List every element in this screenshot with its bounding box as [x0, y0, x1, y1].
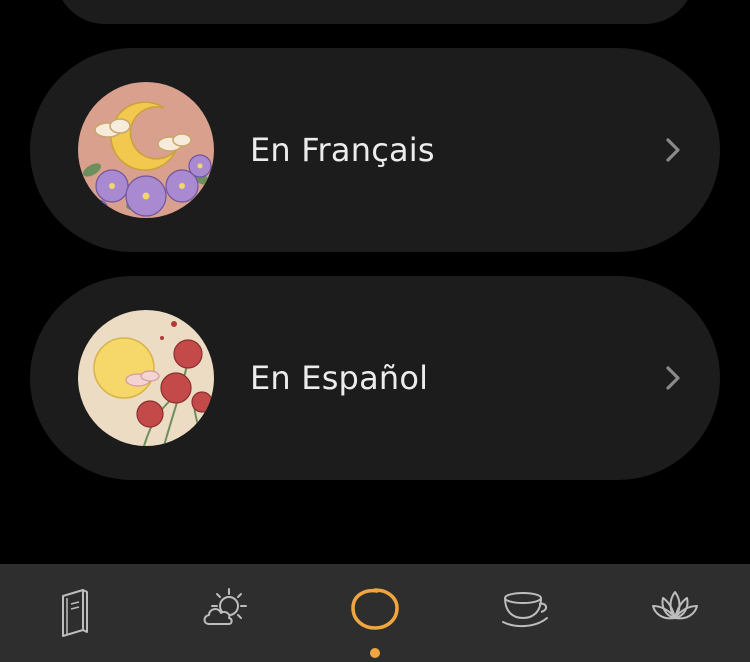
language-card-spanish[interactable]: En Español [30, 276, 720, 480]
tab-meditation[interactable] [600, 564, 750, 662]
tea-cup-icon [502, 592, 548, 628]
tab-weather[interactable] [150, 564, 300, 662]
bottom-tab-bar [0, 564, 750, 662]
tab-tea[interactable] [450, 564, 600, 662]
circle-icon [351, 588, 399, 630]
language-card-french[interactable]: En Français [30, 48, 720, 252]
language-label-spanish: En Español [250, 359, 429, 397]
chevron-right-icon [666, 366, 680, 390]
language-label-french: En Français [250, 131, 435, 169]
moon-flowers-art-icon [78, 82, 214, 218]
tab-book[interactable] [0, 564, 150, 662]
lotus-icon [652, 591, 698, 620]
active-tab-indicator [370, 648, 380, 658]
book-icon [62, 589, 88, 637]
sun-cloud-icon [203, 588, 247, 625]
screen: En Français En Español [0, 0, 750, 662]
tab-home[interactable] [300, 564, 450, 662]
language-card-partial[interactable] [55, 0, 695, 24]
chevron-right-icon [666, 138, 680, 162]
sun-carnations-art-icon [78, 310, 214, 446]
